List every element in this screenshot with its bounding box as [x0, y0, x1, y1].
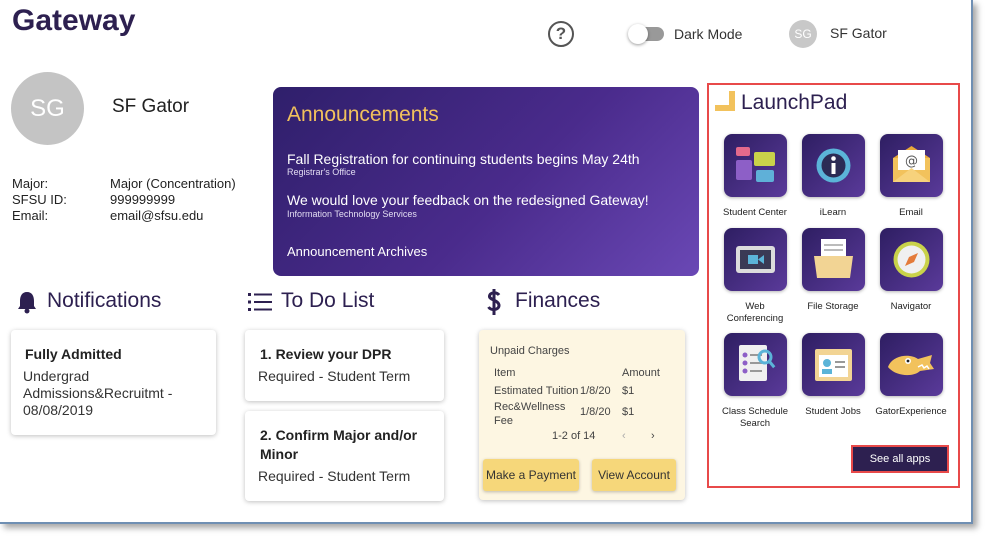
finances-card: Unpaid Charges Item Amount Estimated Tui… [479, 330, 685, 500]
announcements-panel: Announcements Fall Registration for cont… [273, 87, 699, 276]
app-gator-experience[interactable]: GatorExperience [872, 333, 950, 418]
app-email[interactable]: @ Email [872, 134, 950, 219]
major-label: Major: [12, 176, 49, 191]
email-label: Email: [12, 208, 49, 223]
page-title: Gateway [12, 4, 136, 37]
charge-date: 1/8/20 [580, 406, 611, 418]
header-avatar[interactable]: SG [789, 20, 817, 48]
unpaid-charges-title: Unpaid Charges [490, 345, 570, 357]
see-all-apps-button[interactable]: See all apps [851, 445, 949, 473]
help-icon[interactable]: ? [548, 21, 574, 47]
todo-item-sub: Required - Student Term [258, 468, 411, 484]
announcement-archives-link[interactable]: Announcement Archives [287, 244, 427, 259]
sfsu-id-label: SFSU ID: [12, 192, 67, 207]
finances-title: Finances [515, 289, 601, 312]
notification-line: 08/08/2019 [23, 402, 94, 418]
item-column-header: Item [494, 367, 516, 379]
app-label: Student Center [723, 207, 787, 218]
notification-card[interactable]: Fully Admitted Undergrad Admissions&Recr… [11, 330, 216, 435]
todo-title: To Do List [281, 289, 375, 312]
launchpad-title: LaunchPad [741, 91, 848, 114]
app-label: Email [899, 207, 923, 218]
list-icon [248, 293, 272, 311]
app-label: Class Schedule Search [721, 406, 788, 429]
announcement-item[interactable]: Fall Registration for continuing student… [287, 151, 640, 167]
notification-line: Admissions&Recruitmt - [23, 385, 173, 401]
dark-mode-label: Dark Mode [674, 26, 743, 42]
todo-item-sub: Required - Student Term [258, 368, 411, 384]
amount-column-header: Amount [622, 367, 660, 379]
charge-item: Fee [494, 415, 513, 427]
view-account-button[interactable]: View Account [592, 459, 676, 491]
app-student-center[interactable]: Student Center [716, 134, 794, 219]
app-label: iLearn [819, 207, 847, 218]
app-file-storage[interactable]: File Storage [794, 228, 872, 313]
notification-title: Fully Admitted [25, 346, 122, 362]
dollar-icon [487, 289, 501, 315]
announcement-source: Information Technology Services [287, 209, 417, 219]
schedule-search-icon [723, 333, 787, 396]
email-value: email@sfsu.edu [110, 208, 204, 223]
profile-avatar: SG [11, 72, 84, 145]
todo-card[interactable]: 1. Review your DPR Required - Student Te… [245, 330, 444, 401]
major-value: Major (Concentration) [110, 176, 236, 191]
app-label: Web Conferencing [726, 301, 784, 324]
app-class-schedule-search[interactable]: Class Schedule Search [716, 333, 794, 430]
charge-item: Estimated Tuition [494, 385, 579, 397]
dark-mode-toggle[interactable] [628, 24, 664, 44]
id-card-icon [801, 333, 865, 396]
charge-amount: $1 [622, 385, 635, 397]
pager-next-button[interactable]: › [651, 430, 655, 442]
charge-date: 1/8/20 [580, 385, 611, 397]
ilearn-icon [801, 134, 865, 197]
todo-item-title: 2. Confirm Major and/or [260, 427, 418, 443]
launchpad-corner-icon [715, 91, 735, 111]
todo-item-title: 1. Review your DPR [260, 346, 392, 362]
video-conference-icon [723, 228, 787, 291]
svg-text:@: @ [905, 154, 918, 169]
pager-prev-button[interactable]: ‹ [622, 430, 626, 442]
notifications-title: Notifications [47, 289, 162, 312]
make-payment-button[interactable]: Make a Payment [483, 459, 579, 491]
folder-icon [801, 228, 865, 291]
app-label: File Storage [807, 301, 859, 312]
todo-card[interactable]: 2. Confirm Major and/or Minor Required -… [245, 411, 444, 501]
charge-item: Rec&Wellness [494, 401, 566, 413]
sfsu-id-value: 999999999 [110, 192, 176, 207]
todo-item-title: Minor [260, 446, 299, 462]
launchpad-panel: LaunchPad Student Center iLearn @ Email … [707, 83, 960, 488]
profile-name: SF Gator [112, 96, 190, 117]
bell-icon [18, 292, 36, 314]
app-ilearn[interactable]: iLearn [794, 134, 872, 219]
app-label: GatorExperience [875, 406, 947, 417]
app-label: Navigator [890, 301, 932, 312]
gator-icon [879, 333, 943, 396]
notification-line: Undergrad [23, 368, 90, 384]
app-label: Student Jobs [805, 406, 861, 417]
app-student-jobs[interactable]: Student Jobs [794, 333, 872, 418]
header-user-name[interactable]: SF Gator [830, 25, 887, 41]
app-navigator[interactable]: Navigator [872, 228, 950, 313]
announcement-item[interactable]: We would love your feedback on the redes… [287, 192, 649, 208]
toggle-knob [628, 24, 648, 44]
charge-amount: $1 [622, 406, 635, 418]
app-web-conferencing[interactable]: Web Conferencing [716, 228, 794, 325]
announcement-source: Registrar's Office [287, 167, 356, 177]
email-icon: @ [879, 134, 943, 197]
pager-text: 1-2 of 14 [552, 430, 596, 442]
announcements-title: Announcements [287, 103, 439, 126]
student-center-icon [723, 134, 787, 197]
compass-icon [879, 228, 943, 291]
